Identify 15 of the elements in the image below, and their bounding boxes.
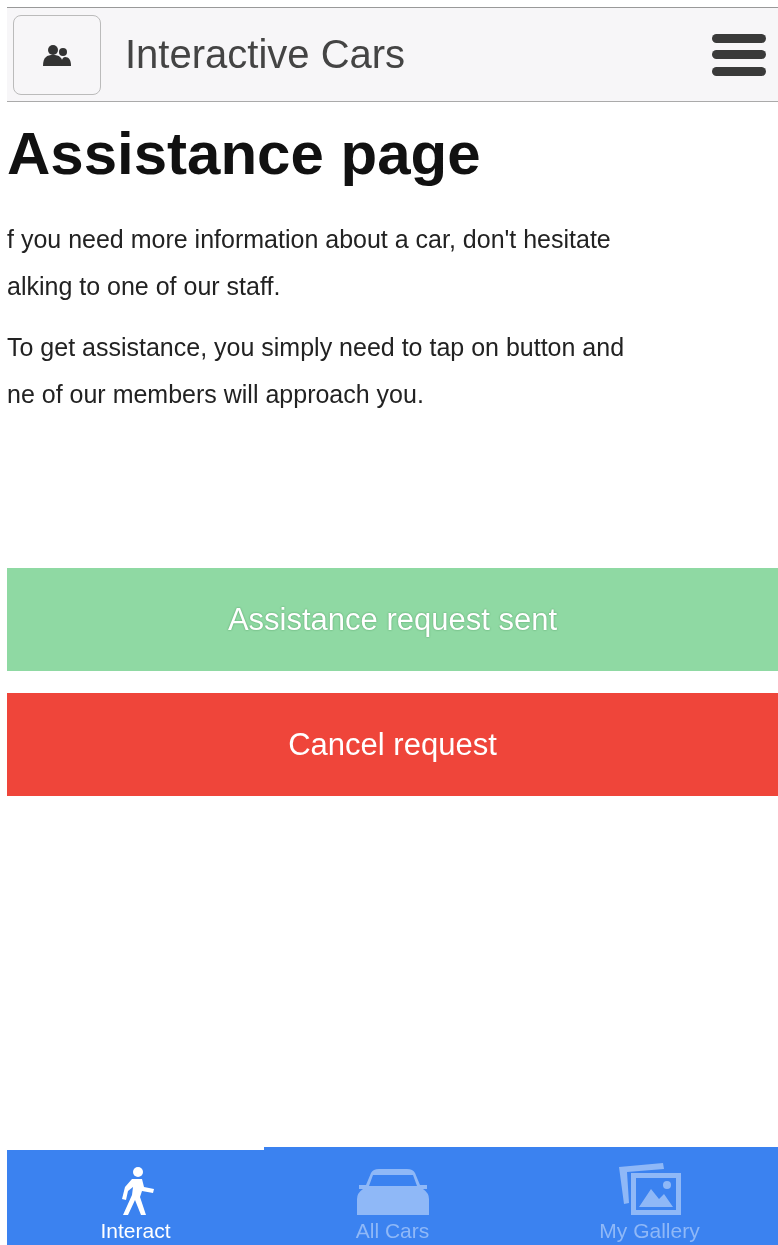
app-title: Interactive Cars — [125, 32, 407, 77]
paragraph-line: To get assistance, you simply need to tap on button and — [7, 332, 626, 363]
paragraph-line: ne of our members will approach you. — [7, 379, 425, 410]
users-button[interactable] — [13, 14, 101, 95]
nav-tab[interactable]: My Gallery — [521, 1147, 778, 1245]
paragraph-line: f you need more information about a car, don't hesitate — [7, 224, 612, 255]
nav-tab[interactable]: All Cars — [264, 1147, 521, 1245]
page-heading: Assistance page — [7, 119, 482, 189]
paragraph-line: alking to one of our staff. — [7, 271, 282, 302]
users-icon — [43, 42, 71, 67]
nav-tab[interactable]: Interact — [7, 1147, 264, 1245]
gallery-icon — [618, 1163, 681, 1215]
cancel-button[interactable]: Cancel request — [7, 693, 778, 796]
car-icon — [356, 1169, 429, 1215]
menu-icon[interactable] — [712, 33, 766, 76]
